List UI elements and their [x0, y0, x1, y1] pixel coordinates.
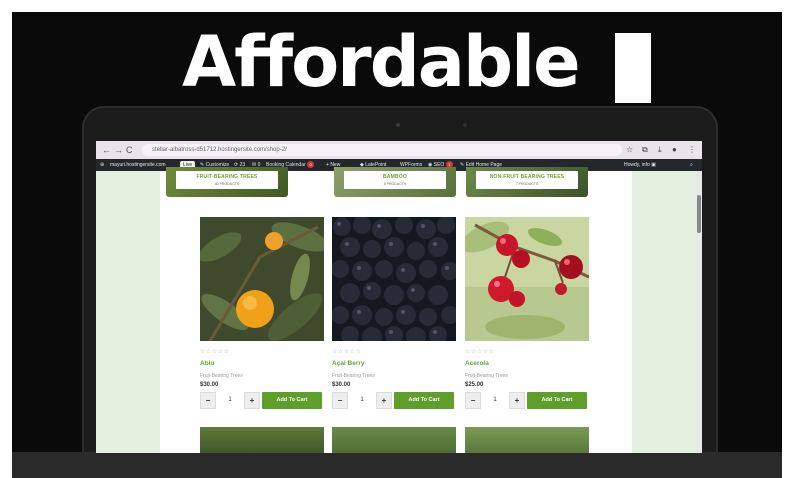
product-image-acerola[interactable]	[465, 217, 589, 341]
acai-photo	[332, 217, 456, 341]
product-name[interactable]: Abiu	[200, 359, 214, 368]
product-image-abiu[interactable]	[200, 217, 324, 341]
download-icon[interactable]: ⤓	[658, 144, 662, 156]
reload-icon[interactable]: C	[126, 144, 133, 156]
quantity-stepper: − 1 +	[465, 392, 525, 409]
category-tile-fruit-bearing[interactable]: FRUIT-BEARING TREES 40 PRODUCTS	[166, 167, 288, 197]
product-name[interactable]: Açai Berry	[332, 359, 365, 368]
scrollbar-thumb[interactable]	[697, 195, 701, 233]
wordpress-icon[interactable]: ⊛	[100, 159, 104, 171]
abiu-photo	[200, 217, 324, 341]
product-card-acai-berry: ☆☆☆☆☆ Açai Berry Fruit-Bearing Trees $30…	[332, 217, 456, 409]
add-to-cart-button[interactable]: Add To Cart	[394, 392, 454, 409]
address-bar[interactable]: stellar-albatross-d51712.hostingersite.c…	[142, 144, 622, 156]
site-name[interactable]: mayuri.hostingersite.com	[110, 159, 166, 171]
video-bottom-bar	[12, 452, 782, 478]
profile-icon[interactable]: ●	[672, 144, 677, 156]
headline-text: Affordable	[182, 21, 581, 103]
qty-minus-button[interactable]: −	[465, 392, 481, 409]
product-price: $30.00	[200, 382, 219, 388]
category-tile-bamboo[interactable]: BAMBOO 5 PRODUCTS	[334, 167, 456, 197]
search-icon[interactable]: ⌕	[690, 159, 693, 171]
product-card-acerola: ☆☆☆☆☆ Acerola Fruit-Bearing Trees $25.00…	[465, 217, 589, 409]
qty-plus-button[interactable]: +	[509, 392, 525, 409]
howdy-link[interactable]: Howdy, info ▣	[624, 159, 656, 171]
acerola-photo	[465, 217, 589, 341]
product-image-acai-berry[interactable]	[332, 217, 456, 341]
product-image-next-1[interactable]	[200, 427, 324, 453]
product-category[interactable]: Fruit-Bearing Trees	[465, 372, 508, 380]
product-image-next-2[interactable]	[332, 427, 456, 453]
category-label: FRUIT-BEARING TREES 40 PRODUCTS	[176, 171, 278, 189]
rating-stars: ☆☆☆☆☆	[200, 349, 230, 355]
text-cursor	[615, 33, 651, 103]
category-count: 7 PRODUCTS	[515, 182, 539, 186]
qty-value[interactable]: 1	[483, 392, 507, 409]
add-to-cart-button[interactable]: Add To Cart	[527, 392, 587, 409]
url-text: stellar-albatross-d51712.hostingersite.c…	[152, 147, 287, 153]
browser-toolbar: ← → C stellar-albatross-d51712.hostinger…	[96, 141, 702, 159]
product-name[interactable]: Acerola	[465, 359, 489, 368]
product-card-abiu: ☆☆☆☆☆ Abiu Fruit-Bearing Trees $30.00 − …	[200, 217, 324, 409]
product-image-next-3[interactable]	[465, 427, 589, 453]
shop-content: FRUIT-BEARING TREES 40 PRODUCTS BAMBOO 5…	[160, 167, 632, 453]
product-category[interactable]: Fruit-Bearing Trees	[200, 372, 243, 380]
category-count: 40 PRODUCTS	[214, 182, 240, 186]
back-icon[interactable]: ←	[102, 144, 111, 156]
qty-minus-button[interactable]: −	[332, 392, 348, 409]
category-label: BAMBOO 5 PRODUCTS	[344, 171, 446, 189]
qty-plus-button[interactable]: +	[376, 392, 392, 409]
quantity-stepper: − 1 +	[200, 392, 260, 409]
qty-minus-button[interactable]: −	[200, 392, 216, 409]
rating-stars: ☆☆☆☆☆	[332, 349, 362, 355]
qty-value[interactable]: 1	[218, 392, 242, 409]
quantity-stepper: − 1 +	[332, 392, 392, 409]
category-title: BAMBOO	[383, 174, 407, 180]
category-title: NON-FRUIT BEARING TREES	[489, 174, 565, 180]
product-price: $30.00	[332, 382, 351, 388]
star-icon[interactable]: ☆	[626, 144, 633, 156]
category-title: FRUIT-BEARING TREES	[196, 174, 258, 180]
product-price: $25.00	[465, 382, 484, 388]
add-to-cart-button[interactable]: Add To Cart	[262, 392, 322, 409]
category-count: 5 PRODUCTS	[383, 182, 407, 186]
forward-icon[interactable]: →	[114, 144, 123, 156]
page-background: FRUIT-BEARING TREES 40 PRODUCTS BAMBOO 5…	[96, 167, 702, 453]
menu-icon[interactable]: ⋮	[688, 144, 696, 156]
camera-dot	[396, 123, 400, 127]
booking-count: 0	[307, 161, 315, 169]
qty-plus-button[interactable]: +	[244, 392, 260, 409]
category-tile-non-fruit-bearing[interactable]: NON-FRUIT BEARING TREES 7 PRODUCTS	[466, 167, 588, 197]
qty-value[interactable]: 1	[350, 392, 374, 409]
share-icon[interactable]: ⧉	[642, 144, 648, 156]
rating-stars: ☆☆☆☆☆	[465, 349, 495, 355]
sensor-dot	[463, 123, 467, 127]
category-label: NON-FRUIT BEARING TREES 7 PRODUCTS	[476, 171, 578, 189]
product-category[interactable]: Fruit-Bearing Trees	[332, 372, 375, 380]
howdy-label: Howdy, info	[624, 162, 650, 168]
video-frame: Affordable ← → C stellar-albatross-d5171…	[0, 0, 786, 478]
laptop-screen: ← → C stellar-albatross-d51712.hostinger…	[96, 141, 702, 453]
